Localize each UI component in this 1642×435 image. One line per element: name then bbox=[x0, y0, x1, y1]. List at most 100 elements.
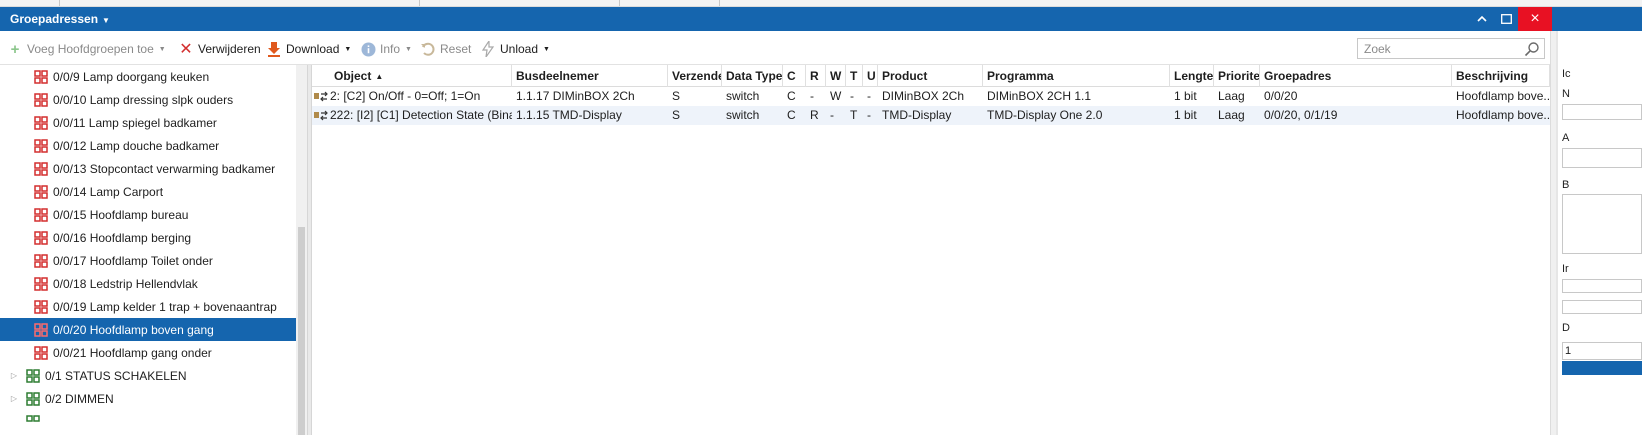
app-tab[interactable] bbox=[60, 0, 420, 6]
cell-programma: DIMinBOX 2CH 1.1 bbox=[987, 89, 1092, 103]
delete-button[interactable]: ✕ Verwijderen bbox=[178, 41, 260, 58]
cell-prioriteit: Laag bbox=[1218, 89, 1245, 103]
close-icon: × bbox=[1530, 10, 1540, 27]
download-button[interactable]: Download ▼ bbox=[266, 41, 351, 57]
column-header-t[interactable]: T bbox=[846, 65, 863, 87]
property-field[interactable] bbox=[1562, 300, 1642, 314]
column-header-object[interactable]: Object ▲ bbox=[312, 65, 512, 87]
caret-down-icon: ▼ bbox=[158, 45, 166, 53]
tree-item-label: 0/0/16 Hoofdlamp berging bbox=[53, 230, 192, 245]
column-header-groepadres[interactable]: Groepadres bbox=[1260, 65, 1452, 87]
column-header-label: Beschrijving bbox=[1456, 69, 1529, 83]
close-button[interactable]: × bbox=[1518, 7, 1552, 31]
cell-w: - bbox=[830, 108, 834, 122]
tree-scrollbar[interactable] bbox=[296, 65, 307, 435]
property-field[interactable] bbox=[1562, 104, 1642, 120]
tree-item-label: 0/0/13 Stopcontact verwarming badkamer bbox=[53, 161, 276, 176]
panel-title-dropdown[interactable]: Groepadressen ▼ bbox=[10, 12, 110, 26]
cell-product: DIMinBOX 2Ch bbox=[882, 89, 965, 103]
property-field[interactable] bbox=[1562, 279, 1642, 293]
caret-down-icon: ▼ bbox=[543, 45, 550, 53]
tree-item-label: 0/0/21 Hoofdlamp gang onder bbox=[53, 345, 212, 360]
table-header: Object▲ Busdeelnemer Verzender Data Type CRW… bbox=[312, 65, 1550, 87]
column-header-busdeelnemer[interactable]: Busdeelnemer bbox=[512, 65, 668, 87]
cell-groepadres: 0/0/20 bbox=[1264, 89, 1298, 103]
tree-group-address[interactable]: 0/0/14 Lamp Carport bbox=[0, 180, 296, 203]
search-placeholder: Zoek bbox=[1364, 42, 1391, 56]
column-header-beschrijving[interactable]: Beschrijving bbox=[1452, 65, 1550, 87]
tree-group-address[interactable]: 0/0/12 Lamp douche badkamer bbox=[0, 134, 296, 157]
app-tab[interactable] bbox=[420, 0, 620, 6]
column-header-label: T bbox=[850, 69, 858, 83]
property-value-field[interactable]: 1 bbox=[1562, 342, 1642, 360]
table-row[interactable]: 2: [C2] On/Off - 0=Off; 1=On 1.1.17 DIMin… bbox=[312, 87, 1550, 106]
app-tab[interactable] bbox=[620, 0, 720, 6]
properties-divider bbox=[1556, 31, 1558, 435]
column-header-w[interactable]: W bbox=[826, 65, 846, 87]
group-address-icon bbox=[26, 391, 40, 406]
reset-button[interactable]: Reset bbox=[420, 41, 471, 57]
tree-group-address[interactable]: 0/0/13 Stopcontact verwarming badkamer bbox=[0, 157, 296, 180]
add-main-groups-button[interactable]: + Voeg Hoofdgroepen toe ▼ bbox=[7, 41, 166, 58]
cell-u: - bbox=[867, 89, 871, 103]
cell-t: T bbox=[850, 108, 858, 122]
expand-triangle-icon[interactable]: ▷ bbox=[9, 371, 19, 381]
cell-data-type: switch bbox=[726, 108, 760, 122]
group-objects-table: Object▲BusdeelnemerVerzender Data TypeCRW… bbox=[312, 65, 1550, 435]
table-row[interactable]: 222: [I2] [C1] Detection State (Binar...… bbox=[312, 106, 1550, 125]
maximize-button[interactable] bbox=[1492, 7, 1520, 31]
search-input[interactable]: Zoek bbox=[1357, 38, 1545, 59]
column-header-product[interactable]: Product bbox=[878, 65, 983, 87]
tree-group-address[interactable]: 0/0/10 Lamp dressing slpk ouders bbox=[0, 88, 296, 111]
tree-group-address[interactable]: 0/0/17 Hoofdlamp Toilet onder bbox=[0, 249, 296, 272]
expand-triangle-icon[interactable]: ▷ bbox=[9, 394, 19, 404]
cell-prioriteit: Laag bbox=[1218, 108, 1245, 122]
column-header-data-type[interactable]: Data Type bbox=[722, 65, 783, 87]
column-header-programma[interactable]: Programma bbox=[983, 65, 1170, 87]
column-header-lengte[interactable]: Lengte bbox=[1170, 65, 1214, 87]
chevron-up-icon bbox=[1477, 15, 1487, 22]
cell-busdeelnemer: 1.1.15 TMD-Display bbox=[516, 108, 622, 122]
column-header-u[interactable]: U bbox=[863, 65, 878, 87]
sort-ascending-icon: ▲ bbox=[375, 72, 384, 81]
tree-middle-group[interactable]: ▷ 0/1 STATUS SCHAKELEN bbox=[0, 364, 296, 387]
tree-item-label: 0/0/14 Lamp Carport bbox=[53, 184, 164, 199]
tree-middle-group[interactable]: ▷ 0/2 DIMMEN bbox=[0, 387, 296, 410]
tree-group-address[interactable]: 0/0/19 Lamp kelder 1 trap + bovenaantrap bbox=[0, 295, 296, 318]
property-field[interactable] bbox=[1562, 148, 1642, 168]
maximize-icon bbox=[1500, 14, 1512, 24]
cell-product: TMD-Display bbox=[882, 108, 952, 122]
app-tab[interactable] bbox=[0, 0, 60, 6]
reset-label: Reset bbox=[440, 42, 472, 56]
tree-group-address[interactable]: 0/0/21 Hoofdlamp gang onder bbox=[0, 341, 296, 364]
tree-middle-group[interactable] bbox=[0, 410, 296, 433]
info-button[interactable]: Info ▼ bbox=[360, 41, 412, 57]
tree-group-address[interactable]: 0/0/11 Lamp spiegel badkamer bbox=[0, 111, 296, 134]
tree-group-address[interactable]: 0/0/20 Hoofdlamp boven gang bbox=[0, 318, 296, 341]
group-address-icon bbox=[34, 138, 48, 153]
column-header-r[interactable]: R bbox=[806, 65, 826, 87]
tree-group-address[interactable]: 0/0/18 Ledstrip Hellendvlak bbox=[0, 272, 296, 295]
group-address-icon bbox=[34, 230, 48, 245]
tree-group-address[interactable]: 0/0/15 Hoofdlamp bureau bbox=[0, 203, 296, 226]
cell-beschrijving: Hoofdlamp bove... bbox=[1456, 108, 1550, 122]
property-label: B bbox=[1562, 179, 1570, 191]
column-header-label: Groepadres bbox=[1264, 69, 1332, 83]
cell-beschrijving: Hoofdlamp bove... bbox=[1456, 89, 1550, 103]
property-selected-item[interactable] bbox=[1562, 361, 1642, 375]
tree-group-address[interactable]: 0/0/16 Hoofdlamp berging bbox=[0, 226, 296, 249]
group-address-icon bbox=[34, 161, 48, 176]
tree-scrollbar-thumb[interactable] bbox=[298, 227, 305, 435]
tree-group-address[interactable]: 0/0/9 Lamp doorgang keuken bbox=[0, 65, 296, 88]
cell-object: 222: [I2] [C1] Detection State (Binar... bbox=[330, 108, 512, 122]
tree-item-label: 0/0/12 Lamp douche badkamer bbox=[53, 138, 220, 153]
property-field[interactable] bbox=[1562, 194, 1642, 254]
unload-button[interactable]: Unload ▼ bbox=[480, 41, 550, 57]
column-header-label: Data Type bbox=[726, 69, 783, 83]
column-header-prioriteit[interactable]: Prioriteit bbox=[1214, 65, 1260, 87]
column-header-c[interactable]: C bbox=[783, 65, 806, 87]
column-header-verzender[interactable]: Verzender bbox=[668, 65, 722, 87]
cell-r: - bbox=[810, 89, 814, 103]
toolbar: + Voeg Hoofdgroepen toe ▼ ✕ Verwijderen … bbox=[0, 31, 1628, 65]
tree-item-label: 0/0/20 Hoofdlamp boven gang bbox=[53, 322, 214, 337]
